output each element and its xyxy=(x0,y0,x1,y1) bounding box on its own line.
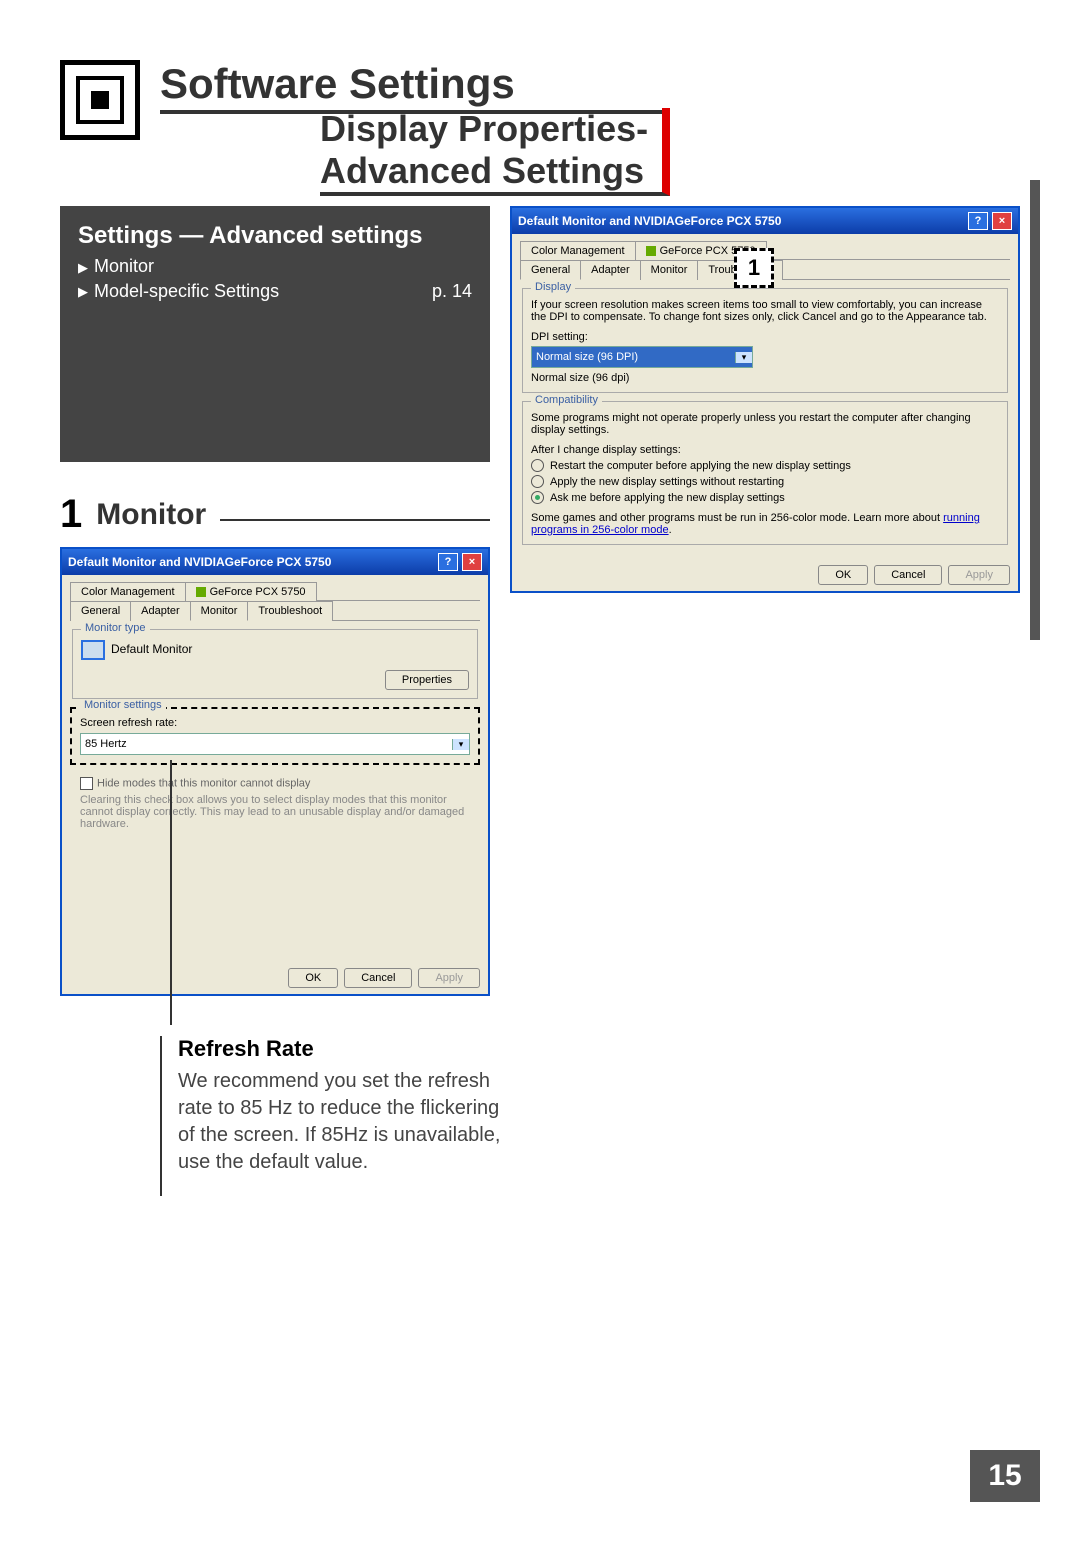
refresh-rate-select[interactable]: 85 Hertz ▾ xyxy=(80,733,470,755)
tab-general[interactable]: General xyxy=(70,601,131,621)
group-monitor-settings: Monitor settings xyxy=(80,699,166,711)
tab-color-management[interactable]: Color Management xyxy=(70,582,186,601)
hide-modes-checkbox[interactable] xyxy=(80,777,93,790)
dialog-monitor: Default Monitor and NVIDIAGeForce PCX 57… xyxy=(60,547,490,996)
group-compatibility: Compatibility xyxy=(531,394,602,406)
connector-line xyxy=(170,760,172,1025)
apply-button[interactable]: Apply xyxy=(948,565,1010,585)
section-1-num: 1 xyxy=(60,492,82,537)
toc-page-ref: p. 14 xyxy=(432,281,472,302)
tab-monitor[interactable]: Monitor xyxy=(190,601,249,621)
tab-color-management[interactable]: Color Management xyxy=(520,241,636,260)
refresh-desc: We recommend you set the refresh rate to… xyxy=(178,1068,518,1176)
tab-adapter[interactable]: Adapter xyxy=(580,260,641,280)
close-icon[interactable]: × xyxy=(462,553,482,571)
vertical-line xyxy=(160,1036,162,1196)
compat-games: Some games and other programs must be ru… xyxy=(531,512,999,536)
toc-model-specific: Model-specific Settings xyxy=(78,281,279,302)
dialog-general: Default Monitor and NVIDIAGeForce PCX 57… xyxy=(510,206,1020,593)
refresh-rate-label: Screen refresh rate: xyxy=(80,717,470,729)
section-1-head: 1 Monitor xyxy=(60,492,490,537)
cancel-button[interactable]: Cancel xyxy=(344,968,412,988)
compat-after: After I change display settings: xyxy=(531,444,999,456)
hide-modes-desc: Clearing this check box allows you to se… xyxy=(80,794,470,830)
hide-modes-label: Hide modes that this monitor cannot disp… xyxy=(97,777,310,789)
section-1-label: Monitor xyxy=(96,498,206,532)
help-icon[interactable]: ? xyxy=(968,212,988,230)
radio-apply-no-restart[interactable]: Apply the new display settings without r… xyxy=(531,475,999,488)
display-desc: If your screen resolution makes screen i… xyxy=(531,299,999,323)
group-monitor-type: Monitor type xyxy=(81,622,150,634)
refresh-rate-section: Refresh Rate We recommend you set the re… xyxy=(0,1036,1080,1196)
tab-troubleshoot[interactable]: Troubleshoot xyxy=(247,601,333,621)
dialog-general-title: Default Monitor and NVIDIAGeForce PCX 57… xyxy=(512,208,1018,234)
help-icon[interactable]: ? xyxy=(438,553,458,571)
cancel-button[interactable]: Cancel xyxy=(874,565,942,585)
properties-button[interactable]: Properties xyxy=(385,670,469,690)
chevron-down-icon[interactable]: ▾ xyxy=(452,739,469,750)
page-number: 15 xyxy=(970,1450,1040,1502)
dialog-monitor-title: Default Monitor and NVIDIAGeForce PCX 57… xyxy=(62,549,488,575)
callout-1: 1 xyxy=(734,248,774,288)
dpi-label: DPI setting: xyxy=(531,331,999,343)
tab-geforce[interactable]: GeForce PCX 5750 xyxy=(185,582,317,601)
toc-monitor: Monitor xyxy=(78,256,472,277)
refresh-title: Refresh Rate xyxy=(178,1036,518,1062)
close-icon[interactable]: × xyxy=(992,212,1012,230)
monitor-icon xyxy=(81,640,105,660)
logo-icon xyxy=(60,60,140,140)
chevron-down-icon[interactable]: ▾ xyxy=(735,352,752,363)
title-display-properties: Display Properties- Advanced Settings xyxy=(320,108,670,196)
tab-adapter[interactable]: Adapter xyxy=(130,601,191,621)
radio-ask[interactable]: Ask me before applying the new display s… xyxy=(531,491,999,504)
toc-title: Settings — Advanced settings xyxy=(78,222,472,250)
apply-button[interactable]: Apply xyxy=(418,968,480,988)
dpi-note: Normal size (96 dpi) xyxy=(531,372,999,384)
toc-box: Settings — Advanced settings Monitor Mod… xyxy=(60,206,490,462)
tab-monitor[interactable]: Monitor xyxy=(640,260,699,280)
page-header: Software Settings Display Properties- Ad… xyxy=(0,0,1080,196)
side-strip xyxy=(1030,180,1040,640)
compat-desc: Some programs might not operate properly… xyxy=(531,412,999,436)
ok-button[interactable]: OK xyxy=(288,968,338,988)
dpi-select[interactable]: Normal size (96 DPI) ▾ xyxy=(531,346,753,368)
tab-general[interactable]: General xyxy=(520,260,581,280)
ok-button[interactable]: OK xyxy=(818,565,868,585)
title-software-settings: Software Settings xyxy=(160,60,670,114)
radio-restart[interactable]: Restart the computer before applying the… xyxy=(531,459,999,472)
group-display: Display xyxy=(531,281,575,293)
monitor-name: Default Monitor xyxy=(111,642,192,656)
